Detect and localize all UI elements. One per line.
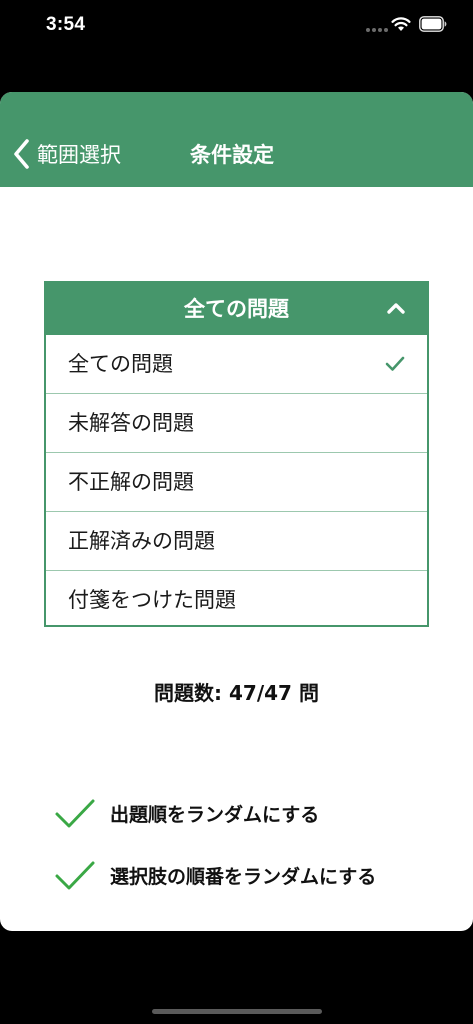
question-count: 問題数: 47/47 問 — [154, 681, 319, 705]
option-label: 不正解の問題 — [68, 470, 194, 494]
battery-icon — [419, 16, 447, 32]
navigation-bar: 範囲選択 条件設定 — [0, 92, 473, 187]
toggle-label: 出題順をランダムにする — [110, 803, 320, 826]
option-label: 正解済みの問題 — [68, 529, 215, 553]
wifi-icon — [391, 17, 411, 31]
check-icon — [55, 861, 95, 890]
option-bookmarked-questions[interactable]: 付箋をつけた問題 — [46, 571, 427, 630]
page-title: 条件設定 — [190, 143, 274, 167]
status-time: 3:54 — [46, 14, 86, 35]
randomize-question-order-toggle[interactable]: 出題順をランダムにする — [54, 795, 319, 831]
dropdown-selected-label: 全ての問題 — [184, 297, 289, 321]
check-icon — [55, 799, 95, 828]
option-label: 全ての問題 — [68, 352, 173, 376]
signal-dots-icon — [366, 28, 388, 32]
back-button-label: 範囲選択 — [37, 143, 121, 167]
option-unanswered-questions[interactable]: 未解答の問題 — [46, 394, 427, 453]
chevron-left-icon — [14, 139, 29, 169]
check-icon — [385, 356, 405, 371]
randomize-choice-order-toggle[interactable]: 選択肢の順番をランダムにする — [54, 857, 376, 893]
dropdown-header[interactable]: 全ての問題 — [46, 283, 427, 335]
chevron-up-icon — [387, 303, 405, 314]
home-indicator[interactable] — [152, 1009, 322, 1014]
back-button[interactable]: 範囲選択 — [12, 136, 121, 172]
settings-sheet: 範囲選択 条件設定 全ての問題 全ての問題 未解答の問題 不正解の問題 正解済み… — [0, 92, 473, 931]
option-all-questions[interactable]: 全ての問題 — [46, 335, 427, 394]
option-correct-questions[interactable]: 正解済みの問題 — [46, 512, 427, 571]
option-label: 未解答の問題 — [68, 411, 194, 435]
dropdown-option-list: 全ての問題 未解答の問題 不正解の問題 正解済みの問題 付箋をつけた問題 — [46, 335, 427, 630]
status-bar: 3:54 — [0, 0, 473, 52]
option-label: 付箋をつけた問題 — [68, 588, 236, 612]
question-filter-dropdown: 全ての問題 全ての問題 未解答の問題 不正解の問題 正解済みの問題 付箋をつけた… — [44, 281, 429, 627]
toggle-label: 選択肢の順番をランダムにする — [110, 865, 377, 888]
option-incorrect-questions[interactable]: 不正解の問題 — [46, 453, 427, 512]
